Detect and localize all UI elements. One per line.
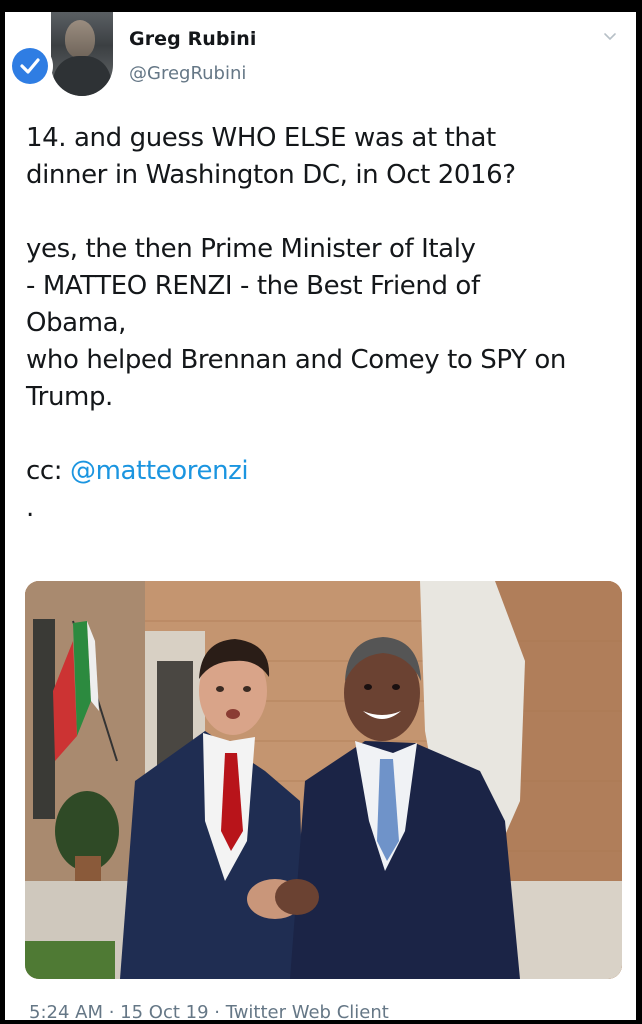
screenshot-frame: Greg Rubini @GregRubini 14. and guess WH… — [0, 0, 642, 1024]
tweet-card: Greg Rubini @GregRubini 14. and guess WH… — [5, 12, 636, 1020]
tweet-timestamp[interactable]: 5:24 AM · 15 Oct 19 · Twitter Web Client — [29, 1002, 389, 1020]
tweet-line: Trump. — [26, 382, 113, 412]
avatar-shoulders — [53, 56, 111, 96]
author-handle[interactable]: @GregRubini — [129, 63, 246, 84]
cc-label: cc: — [26, 456, 63, 486]
verified-check-icon — [7, 43, 53, 89]
trailing-dot: . — [26, 493, 34, 523]
chevron-down-icon[interactable] — [602, 28, 618, 44]
tweet-line: yes, the then Prime Minister of Italy — [26, 234, 476, 264]
mention-link[interactable]: @matteorenzi — [70, 456, 249, 486]
avatar-face — [65, 20, 95, 58]
author-name[interactable]: Greg Rubini — [129, 28, 256, 50]
tweet-line: who helped Brennan and Comey to SPY on — [26, 345, 566, 375]
tweet-line: 14. and guess WHO ELSE was at that — [26, 123, 496, 153]
tweet-line: dinner in Washington DC, in Oct 2016? — [26, 160, 516, 190]
tweet-line: - MATTEO RENZI - the Best Friend of — [26, 271, 480, 301]
cc-line: cc: @matteorenzi — [26, 453, 626, 490]
avatar[interactable] — [51, 12, 113, 96]
tweet-photo[interactable] — [25, 581, 622, 979]
tweet-text: 14. and guess WHO ELSE was at that dinne… — [26, 120, 626, 527]
tweet-line: Obama, — [26, 308, 127, 338]
